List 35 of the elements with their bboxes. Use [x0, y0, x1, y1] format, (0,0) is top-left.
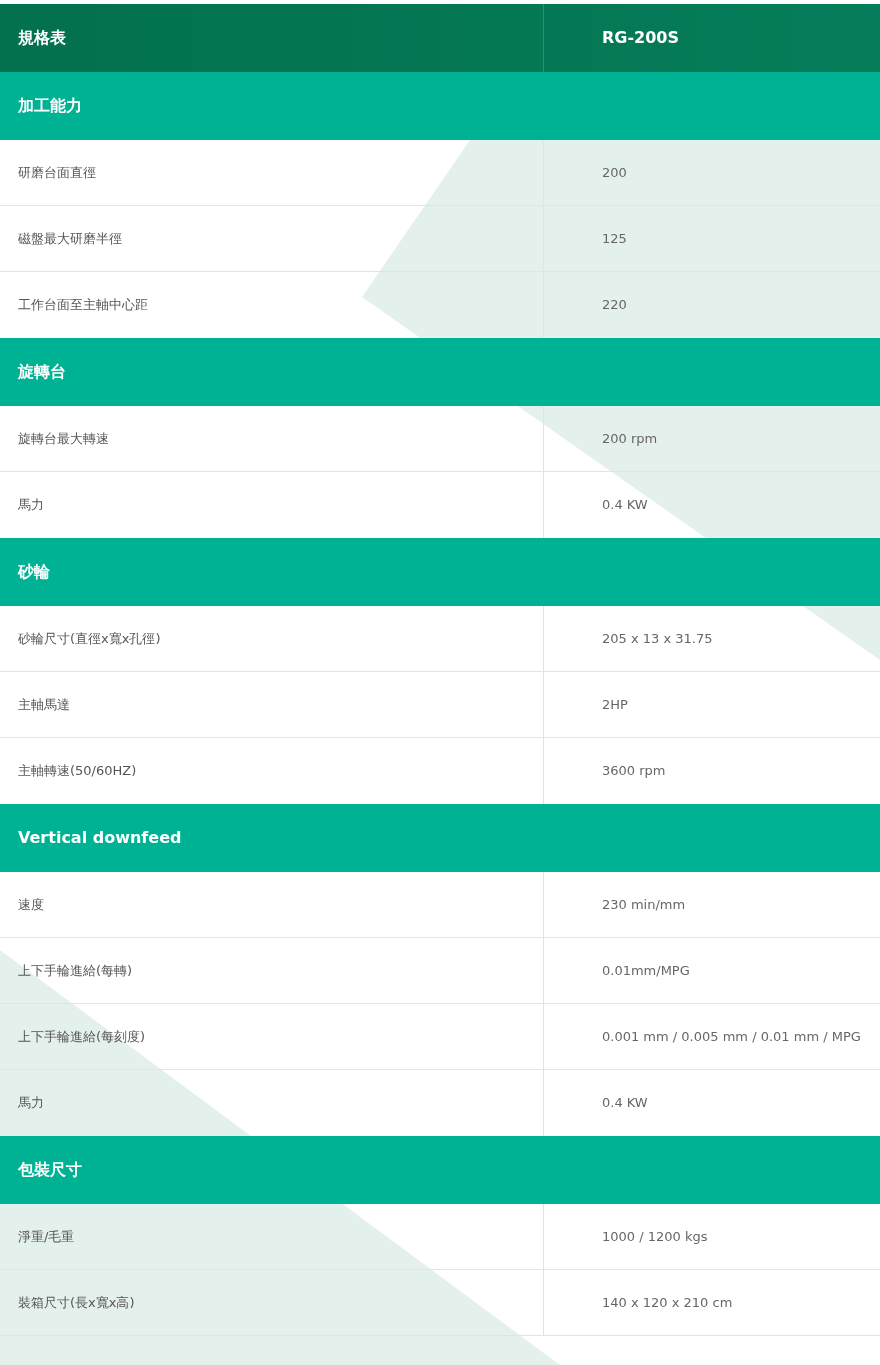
model-name: RG-200S [602, 27, 679, 49]
spec-value: 200 rpm [602, 429, 658, 448]
header-label: 規格表 [18, 27, 66, 49]
spec-value: 140 x 120 x 210 cm [602, 1293, 733, 1312]
spec-value: 205 x 13 x 31.75 [602, 629, 713, 648]
spec-value: 230 min/mm [602, 895, 686, 914]
spec-value: 0.4 KW [602, 1094, 648, 1113]
spec-value: 0.001 mm / 0.005 mm / 0.01 mm / MPG [602, 1027, 861, 1046]
spec-label: 上下手輪進給(每刻度) [18, 1027, 146, 1046]
spec-label: 研磨台面直徑 [18, 163, 96, 182]
section-title: 包裝尺寸 [18, 1159, 82, 1181]
section-title: Vertical downfeed [18, 827, 182, 849]
spec-label: 馬力 [18, 496, 44, 515]
spec-label: 主軸馬達 [18, 695, 70, 714]
spec-value: 1000 / 1200 kgs [602, 1227, 708, 1246]
spec-value: 220 [602, 296, 627, 315]
spec-value: 200 [602, 163, 627, 182]
spec-value: 2HP [602, 695, 628, 714]
spec-label: 上下手輪進給(每轉) [18, 961, 133, 980]
spec-label: 磁盤最大研磨半徑 [18, 229, 122, 248]
spec-value: 0.4 KW [602, 496, 648, 515]
spec-label: 淨重/毛重 [18, 1227, 75, 1246]
spec-label: 馬力 [18, 1094, 44, 1113]
spec-label: 主軸轉速(50/60HZ) [18, 762, 137, 781]
spec-label: 砂輪尺寸(直徑x寬x孔徑) [18, 629, 161, 648]
spec-value: 3600 rpm [602, 762, 666, 781]
spec-value: 125 [602, 229, 627, 248]
spec-label: 工作台面至主軸中心距 [18, 296, 148, 315]
spec-label: 速度 [18, 895, 44, 914]
section-title: 加工能力 [18, 95, 82, 117]
section-title: 旋轉台 [18, 361, 66, 383]
section-title: 砂輪 [18, 561, 50, 583]
spec-value: 0.01mm/MPG [602, 961, 690, 980]
spec-label: 裝箱尺寸(長x寬x高) [18, 1293, 135, 1312]
spec-label: 旋轉台最大轉速 [18, 429, 109, 448]
